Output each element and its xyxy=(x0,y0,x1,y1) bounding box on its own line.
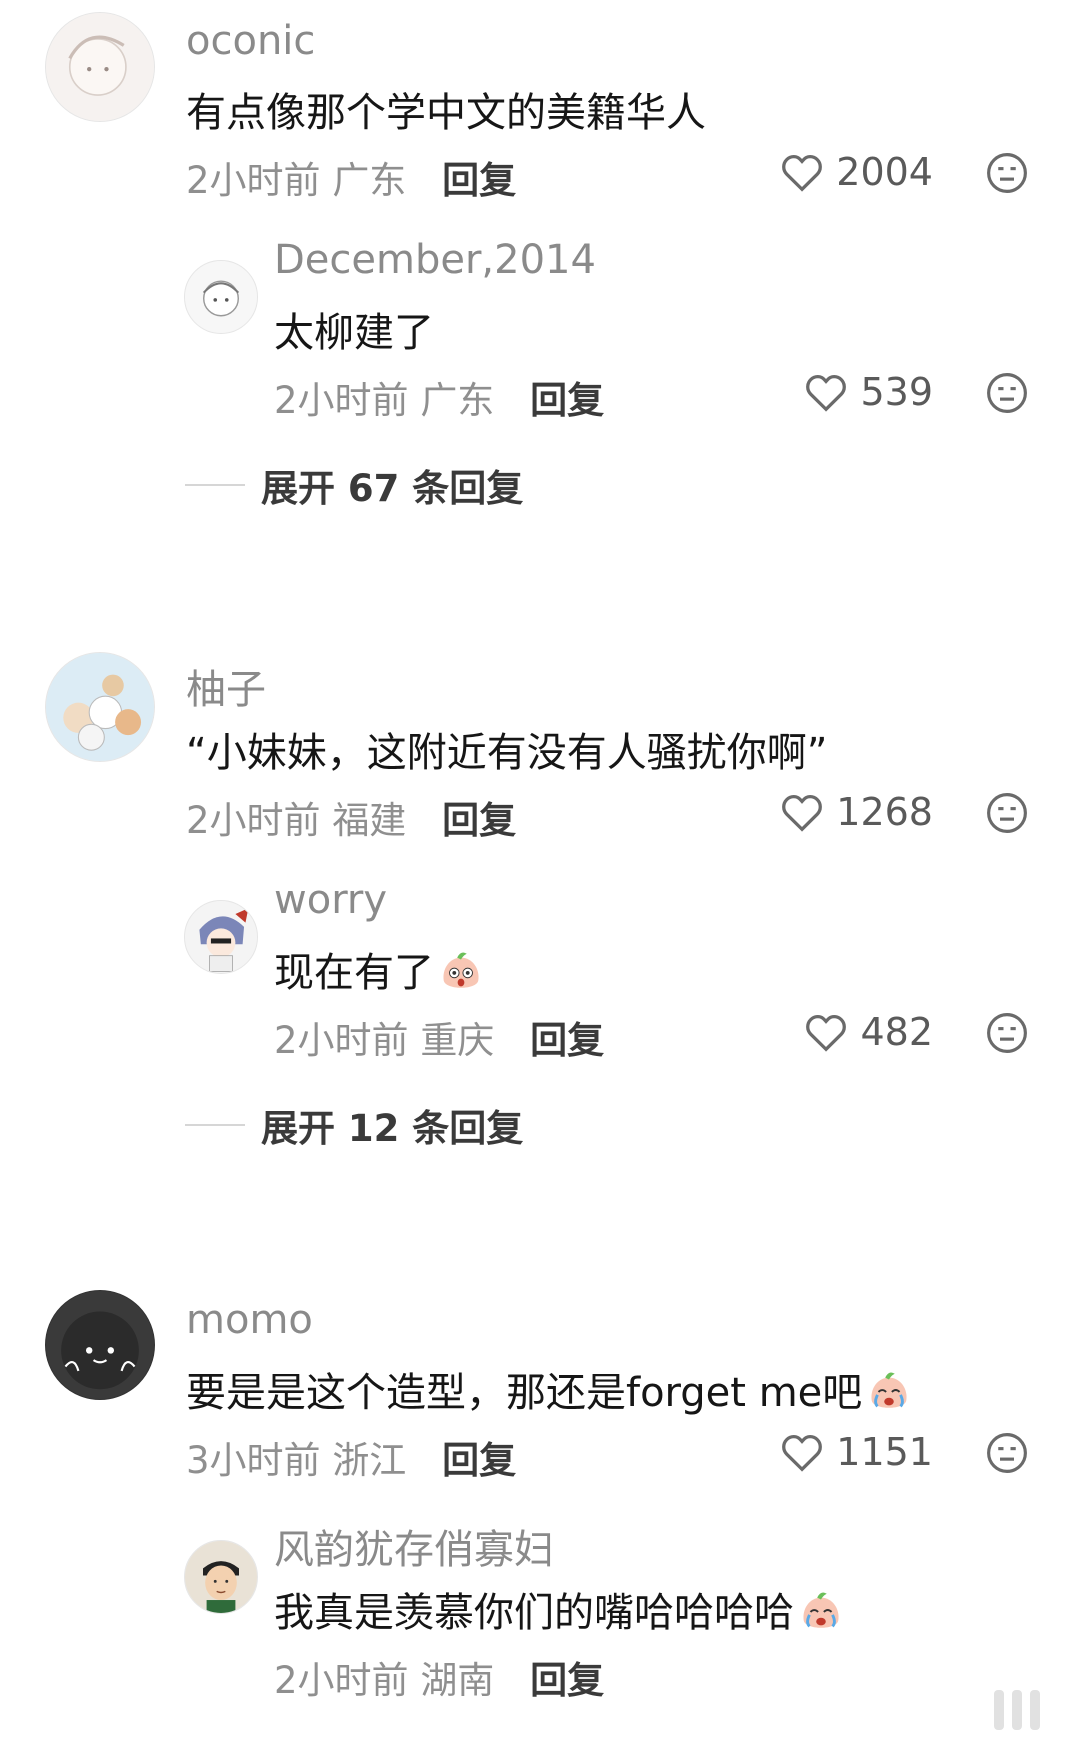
comment-meta: 2小时前 广东 回复 xyxy=(274,370,604,424)
comment-meta: 3小时前 浙江 回复 xyxy=(186,1430,516,1484)
heart-icon xyxy=(782,795,823,832)
heart-icon xyxy=(806,1015,847,1052)
expand-replies-button[interactable]: 展开 67 条回复 xyxy=(185,458,523,512)
like-button[interactable]: 1151 xyxy=(780,1430,933,1474)
like-button[interactable]: 1268 xyxy=(780,790,933,834)
cutoff-icon xyxy=(1012,1690,1022,1730)
comment-location: 福建 xyxy=(332,799,407,842)
divider xyxy=(185,1124,245,1126)
expand-label: 展开 67 条回复 xyxy=(261,467,524,510)
cutoff-icon xyxy=(1030,1690,1040,1730)
comment-text: 现在有了 xyxy=(274,940,484,998)
neutral-face-icon[interactable] xyxy=(986,372,1028,414)
comment-location: 广东 xyxy=(420,379,495,422)
comment-time: 2小时前 xyxy=(274,1019,409,1062)
username[interactable]: momo xyxy=(186,1297,313,1343)
comment-time: 3小时前 xyxy=(186,1439,321,1482)
avatar[interactable] xyxy=(45,1290,155,1400)
comment-text-content: 现在有了 xyxy=(274,950,434,996)
surprised-peach-emoji xyxy=(443,952,479,988)
comment-meta: 2小时前 湖南 回复 xyxy=(274,1650,604,1704)
comment-meta: 2小时前 重庆 回复 xyxy=(274,1010,604,1064)
neutral-face-icon[interactable] xyxy=(986,152,1028,194)
avatar[interactable] xyxy=(184,1540,258,1614)
comment-meta: 2小时前 福建 回复 xyxy=(186,790,516,844)
comment-text: 要是是这个造型，那还是forget me吧 xyxy=(186,1360,912,1418)
username[interactable]: worry xyxy=(274,877,387,923)
avatar[interactable] xyxy=(184,900,258,974)
comment-text: 有点像那个学中文的美籍华人 xyxy=(186,90,706,136)
crying-peach-emoji xyxy=(803,1592,839,1628)
comment-text-content: 我真是羡慕你们的嘴哈哈哈哈 xyxy=(274,1590,794,1636)
heart-icon xyxy=(782,155,823,192)
like-count: 2004 xyxy=(836,150,933,194)
heart-icon xyxy=(806,375,847,412)
neutral-face-icon[interactable] xyxy=(986,1012,1028,1054)
comment-location: 重庆 xyxy=(420,1019,495,1062)
comment-time: 2小时前 xyxy=(274,1659,409,1702)
username[interactable]: December,2014 xyxy=(274,237,596,283)
comment-time: 2小时前 xyxy=(186,799,321,842)
expand-replies-button[interactable]: 展开 12 条回复 xyxy=(185,1098,523,1152)
username[interactable]: oconic xyxy=(186,18,315,64)
avatar[interactable] xyxy=(45,12,155,122)
comment-time: 2小时前 xyxy=(274,379,409,422)
heart-icon xyxy=(782,1435,823,1472)
comment-text: 我真是羡慕你们的嘴哈哈哈哈 xyxy=(274,1580,844,1638)
comment-meta: 2小时前 广东 回复 xyxy=(186,150,516,204)
like-count: 1151 xyxy=(836,1430,933,1474)
comment-text: “小妹妹，这附近有没有人骚扰你啊” xyxy=(186,730,828,776)
comment-location: 浙江 xyxy=(332,1439,407,1482)
avatar[interactable] xyxy=(45,652,155,762)
reply-button[interactable]: 回复 xyxy=(442,159,516,202)
reply-button[interactable]: 回复 xyxy=(442,799,516,842)
comment-text-content: 要是是这个造型，那还是forget me吧 xyxy=(186,1370,863,1416)
like-count: 1268 xyxy=(836,790,933,834)
like-count: 539 xyxy=(860,370,933,414)
reply-button[interactable]: 回复 xyxy=(530,1019,604,1062)
reply-button[interactable]: 回复 xyxy=(530,1659,604,1702)
expand-label: 展开 12 条回复 xyxy=(261,1107,524,1150)
comment-location: 广东 xyxy=(332,159,407,202)
like-button[interactable]: 482 xyxy=(804,1010,933,1054)
like-count: 482 xyxy=(860,1010,933,1054)
username[interactable]: 柚子 xyxy=(186,657,266,715)
neutral-face-icon[interactable] xyxy=(986,1432,1028,1474)
neutral-face-icon[interactable] xyxy=(986,792,1028,834)
partial-action-icons xyxy=(994,1690,1040,1730)
like-button[interactable]: 2004 xyxy=(780,150,933,194)
comment-location: 湖南 xyxy=(420,1659,495,1702)
reply-button[interactable]: 回复 xyxy=(442,1439,516,1482)
username[interactable]: 风韵犹存俏寡妇 xyxy=(274,1517,554,1575)
cutoff-icon xyxy=(994,1690,1004,1730)
like-button[interactable]: 539 xyxy=(804,370,933,414)
avatar[interactable] xyxy=(184,260,258,334)
comment-text: 太柳建了 xyxy=(274,310,434,356)
divider xyxy=(185,484,245,486)
comment-time: 2小时前 xyxy=(186,159,321,202)
crying-peach-emoji xyxy=(871,1372,907,1408)
reply-button[interactable]: 回复 xyxy=(530,379,604,422)
